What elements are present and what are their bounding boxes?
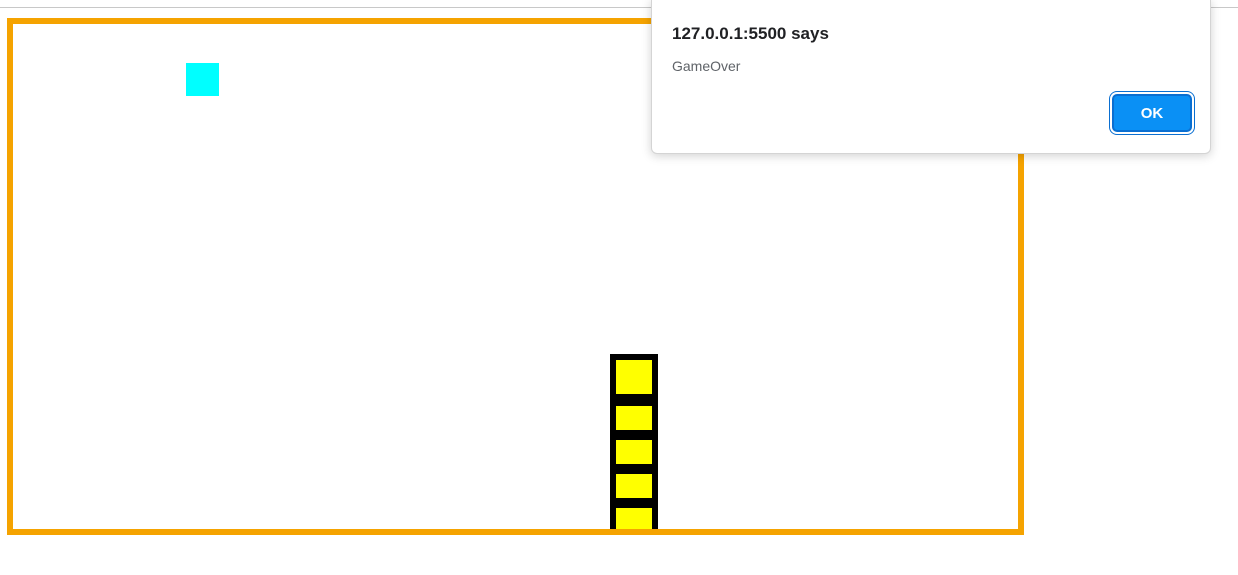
snake-segment <box>610 434 658 470</box>
snake-segment <box>610 502 658 529</box>
ok-button[interactable]: OK <box>1112 94 1192 132</box>
snake-segment <box>610 400 658 436</box>
alert-message: GameOver <box>672 58 741 74</box>
snake-head <box>610 354 658 400</box>
snake-segment <box>610 468 658 504</box>
food-tile <box>186 63 219 96</box>
alert-dialog: 127.0.0.1:5500 says GameOver OK <box>651 0 1211 154</box>
alert-title: 127.0.0.1:5500 says <box>672 24 829 43</box>
